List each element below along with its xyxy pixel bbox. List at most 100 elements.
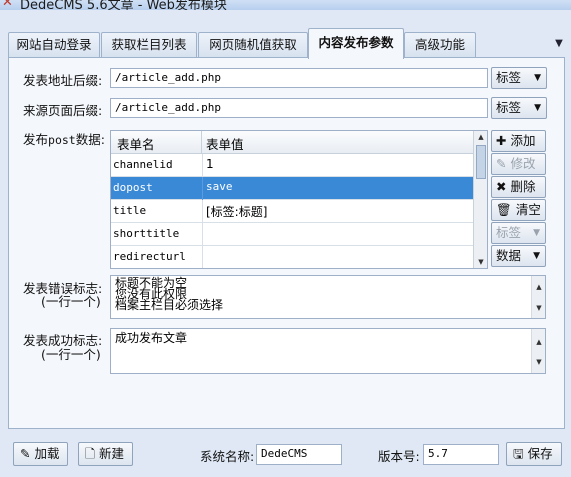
system-name-label: 系统名称: (200, 449, 255, 464)
grid-header-name: 表单名 (117, 137, 155, 152)
success-flags-textarea[interactable]: 成功发布文章 ▲ ▼ (110, 328, 546, 374)
post-data-grid[interactable]: 表单名 表单值 channelid 1 dopost save title [标签:标… (110, 130, 488, 269)
column-divider (202, 177, 203, 200)
cell-value: [标签:标题] (206, 205, 268, 219)
new-button[interactable]: 🗋 新建 (78, 442, 133, 466)
grid-header-divider (201, 131, 202, 154)
add-button[interactable]: ✚ 添加 (491, 130, 546, 152)
scroll-down-icon[interactable]: ▼ (532, 303, 546, 314)
success-flags-hint: (一行一个) (41, 347, 101, 362)
scroll-down-icon[interactable]: ▼ (474, 256, 487, 268)
delete-button[interactable]: ✖ 删除 (491, 176, 546, 198)
grid-header-value: 表单值 (206, 137, 244, 152)
error-flags-scrollbar[interactable]: ▲ ▼ (531, 276, 545, 318)
column-divider (202, 223, 203, 246)
load-button-label: 加载 (34, 446, 60, 461)
new-button-label: 新建 (99, 446, 125, 461)
tab-label: 网页随机值获取 (209, 37, 297, 52)
chevron-down-icon: ▼ (534, 73, 541, 83)
success-flags-scrollbar[interactable]: ▲ ▼ (531, 329, 545, 373)
cell-value: save (206, 180, 233, 193)
post-data-label-suffix: 数据: (75, 132, 105, 147)
success-flag-line: 成功发布文章 (115, 331, 188, 345)
table-row[interactable]: redirecturl (111, 246, 475, 268)
trash-icon: 🗑 (496, 202, 512, 217)
tab-random-values[interactable]: 网页随机值获取 (198, 32, 308, 58)
table-row-selected[interactable]: dopost save (111, 177, 475, 200)
tab-publish-params[interactable]: 内容发布参数 (308, 28, 404, 59)
cell-value: 1 (206, 157, 214, 171)
post-suffix-label: 发表地址后缀: (23, 73, 103, 88)
clear-button-label: 清空 (515, 202, 541, 217)
data-button-label: 数据 (496, 248, 522, 263)
bottom-bar: ✎ 加载 🗋 新建 系统名称: DedeCMS 版本号: 5.7 🖫 保存 (0, 432, 571, 477)
clear-button[interactable]: 🗑 清空 (491, 199, 546, 221)
plus-icon: ✚ (496, 133, 507, 148)
post-data-label-prefix: 发布 (23, 132, 49, 147)
data-dropdown[interactable]: 数据 ▼ (491, 245, 546, 267)
source-suffix-tag-dropdown[interactable]: 标签 ▼ (491, 97, 547, 119)
scroll-up-icon[interactable]: ▲ (474, 131, 487, 143)
cell-name: shorttitle (113, 227, 180, 240)
scroll-thumb[interactable] (476, 145, 486, 179)
cell-name: title (113, 204, 147, 217)
cell-name: redirecturl (113, 250, 186, 263)
add-button-label: 添加 (510, 133, 536, 148)
chevron-down-icon: ▼ (534, 103, 541, 113)
table-row[interactable]: title [标签:标题] (111, 200, 475, 223)
post-suffix-input[interactable]: /article_add.php (110, 68, 488, 88)
tab-label: 获取栏目列表 (111, 37, 187, 52)
save-button-label: 保存 (527, 446, 553, 461)
table-row[interactable]: shorttitle (111, 223, 475, 246)
post-data-label: 发布post数据: (23, 129, 105, 148)
cell-name: dopost (113, 181, 153, 194)
source-suffix-input[interactable]: /article_add.php (110, 98, 488, 118)
post-suffix-tag-dropdown[interactable]: 标签 ▼ (491, 67, 547, 89)
system-name-input[interactable]: DedeCMS (256, 444, 342, 465)
edit-icon: ✎ (20, 446, 31, 461)
tab-auto-login[interactable]: 网站自动登录 (8, 32, 100, 58)
error-flags-hint: (一行一个) (41, 294, 101, 309)
load-button[interactable]: ✎ 加载 (13, 442, 68, 466)
save-button[interactable]: 🖫 保存 (506, 442, 562, 466)
grid-tag-dropdown[interactable]: 标签 ▼ (491, 222, 546, 244)
column-divider (202, 246, 203, 268)
error-flag-line: 档案主栏目必须选择 (115, 298, 224, 312)
title-bar: ✕ DedeCMS 5.6文章 - Web发布模块 (0, 0, 571, 10)
post-data-label-mono: post (48, 133, 76, 147)
grid-header: 表单名 表单值 (111, 131, 475, 154)
app-logo-icon: ✕ (2, 0, 13, 10)
save-icon: 🖫 (513, 446, 524, 461)
scroll-down-icon[interactable]: ▼ (532, 355, 546, 369)
tab-strip: 网站自动登录 获取栏目列表 网页随机值获取 内容发布参数 高级功能 ▼ (0, 10, 571, 59)
tag-button-label: 标签 (496, 100, 522, 115)
scroll-up-icon[interactable]: ▲ (532, 282, 546, 293)
tab-label: 内容发布参数 (318, 35, 394, 50)
tab-advanced[interactable]: 高级功能 (404, 32, 476, 58)
version-label: 版本号: (378, 449, 420, 464)
source-suffix-label: 来源页面后缀: (23, 103, 103, 118)
tab-get-category-list[interactable]: 获取栏目列表 (101, 32, 197, 58)
column-divider (202, 154, 203, 177)
window-title: DedeCMS 5.6文章 - Web发布模块 (20, 0, 227, 10)
version-input[interactable]: 5.7 (423, 444, 499, 465)
chevron-down-icon: ▼ (533, 228, 540, 238)
cell-name: channelid (113, 158, 173, 171)
tag-button-label: 标签 (496, 70, 522, 85)
new-file-icon: 🗋 (85, 446, 96, 461)
edit-button[interactable]: ✎ 修改 (491, 153, 546, 175)
error-flags-textarea[interactable]: 标题不能为空 您没有此权限 档案主栏目必须选择 ▲ ▼ (110, 275, 546, 319)
pencil-icon: ✎ (496, 156, 507, 171)
tab-label: 网站自动登录 (16, 37, 92, 52)
chevron-down-icon: ▼ (533, 251, 540, 261)
chevron-down-icon[interactable]: ▼ (553, 38, 565, 50)
table-row[interactable]: channelid 1 (111, 154, 475, 177)
column-divider (202, 200, 203, 223)
grid-scrollbar[interactable]: ▲ ▼ (473, 131, 487, 268)
tab-label: 高级功能 (414, 37, 465, 52)
tag-button-label: 标签 (496, 225, 522, 240)
close-icon: ✖ (496, 179, 507, 194)
scroll-up-icon[interactable]: ▲ (532, 335, 546, 349)
publish-params-panel: 发表地址后缀: /article_add.php 标签 ▼ 来源页面后缀: /ar… (8, 57, 565, 429)
edit-button-label: 修改 (510, 156, 536, 171)
